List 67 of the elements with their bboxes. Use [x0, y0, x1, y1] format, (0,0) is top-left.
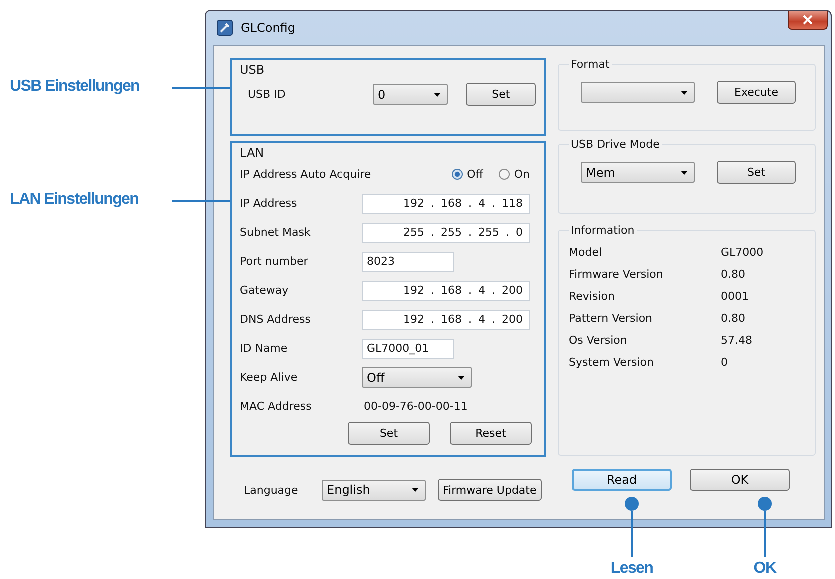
info-label: Model: [569, 246, 604, 258]
read-button[interactable]: Read: [572, 469, 672, 491]
drive-mode-dropdown[interactable]: Mem: [581, 162, 695, 183]
info-value: GL7000: [721, 246, 764, 258]
field-label: MAC Address: [240, 400, 313, 413]
caret-icon: [412, 488, 419, 492]
ok-button[interactable]: OK: [690, 469, 790, 491]
caret-icon: [458, 376, 465, 380]
info-label: Revision: [569, 290, 616, 302]
leader-line: [764, 511, 766, 557]
set-button[interactable]: Set: [717, 161, 796, 184]
ip-address-field[interactable]: 192 . 168 . 4 . 118: [362, 194, 530, 214]
group-title: LAN: [240, 146, 266, 160]
info-label: System Version: [569, 356, 655, 368]
info-value: 0001: [721, 290, 749, 302]
window-title: GLConfig: [241, 21, 296, 35]
usb-id-dropdown[interactable]: 0: [372, 84, 448, 105]
language-label: Language: [244, 484, 300, 496]
set-button[interactable]: Set: [348, 422, 430, 445]
ip-address-field[interactable]: 192 . 168 . 4 . 200: [362, 310, 530, 330]
caret-icon: [681, 170, 688, 174]
field-label: Port number: [240, 255, 310, 268]
dropdown[interactable]: Off: [362, 367, 472, 388]
input-field[interactable]: GL7000_01: [362, 338, 454, 358]
info-label: Pattern Version: [569, 312, 654, 324]
callout-label: OK: [752, 559, 778, 579]
format-dropdown[interactable]: [581, 82, 695, 103]
field-label: ID Name: [240, 342, 289, 355]
field-label: Subnet Mask: [240, 226, 312, 239]
group-title: USB: [240, 63, 266, 77]
wrench-icon: [217, 20, 233, 36]
ip-address-field[interactable]: 192 . 168 . 4 . 200: [362, 280, 530, 300]
ip-address-field[interactable]: 255 . 255 . 255 . 0: [362, 222, 530, 242]
execute-button[interactable]: Execute: [717, 81, 796, 104]
field-label: DNS Address: [240, 313, 312, 326]
info-value: 0: [721, 356, 728, 368]
field-label: Keep Alive: [240, 371, 299, 384]
radio-option[interactable]: On: [499, 168, 530, 181]
field-label: Gateway: [240, 284, 290, 297]
callout-label: Lesen: [610, 559, 654, 579]
radio-option[interactable]: Off: [452, 168, 484, 181]
callout-label: USB Einstellungen: [10, 77, 140, 97]
reset-button[interactable]: Reset: [450, 422, 532, 445]
input-field[interactable]: 8023: [362, 252, 454, 272]
caret-icon: [434, 92, 442, 96]
group-title: USB Drive Mode: [570, 138, 661, 151]
info-label: Firmware Version: [569, 268, 664, 280]
auto-acquire-label: IP Address Auto Acquire: [240, 168, 372, 181]
info-value: 0.80: [721, 312, 746, 324]
usb-id-label: USB ID: [247, 88, 287, 101]
close-icon: [803, 15, 813, 25]
set-button[interactable]: Set: [466, 83, 536, 106]
caret-icon: [681, 90, 688, 94]
leader-line: [631, 511, 633, 557]
leader-line: [172, 87, 230, 89]
language-dropdown[interactable]: English: [322, 480, 426, 500]
mac-address-value: 00-09-76-00-00-11: [363, 400, 468, 413]
field-label: IP Address: [240, 197, 298, 210]
close-button[interactable]: [788, 11, 828, 30]
info-value: 57.48: [721, 334, 752, 346]
info-value: 0.80: [721, 268, 746, 280]
info-label: Os Version: [569, 334, 628, 346]
group-title: Format: [570, 58, 611, 71]
firmware-update-button[interactable]: Firmware Update: [438, 479, 542, 501]
callout-label: LAN Einstellungen: [10, 190, 139, 210]
group-title: Information: [570, 224, 636, 237]
leader-line: [172, 200, 230, 202]
